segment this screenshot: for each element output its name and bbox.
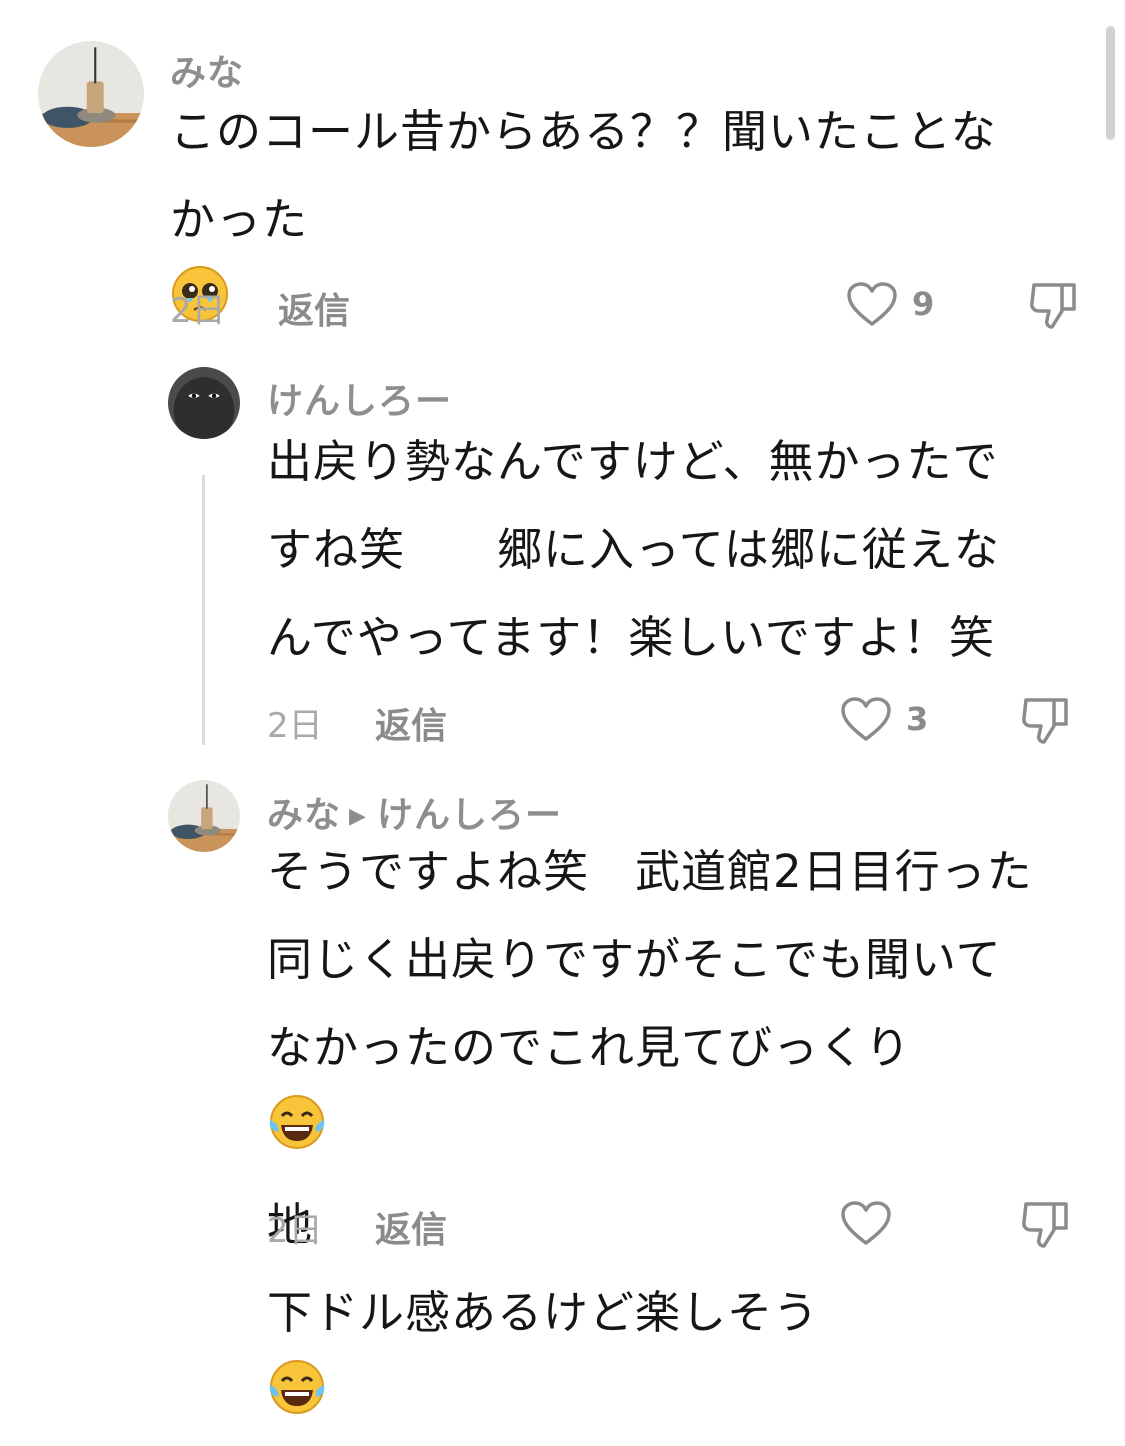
like-button[interactable] (846, 281, 898, 331)
avatar[interactable] (38, 41, 144, 147)
comment-timestamp: 2日 (267, 706, 323, 746)
dislike-button[interactable] (1022, 692, 1072, 750)
comment-text-line: すね笑 郷に入っては郷に従えな (267, 523, 1000, 576)
laughing-crying-face-icon (267, 1357, 1033, 1446)
comment-text: そうですよね笑 武道館2日目行った 同じく出戻りですがそこでも聞いて なかったの… (267, 828, 1033, 1446)
comment-text-line: 出戻り勢なんですけど、無かったで (267, 435, 999, 488)
like-count: 3 (906, 700, 929, 738)
heart-icon (841, 697, 891, 741)
heart-icon (841, 1201, 891, 1245)
comment-text-line: 下ドル感あるけど楽しそう (267, 1269, 1033, 1446)
reply-button[interactable]: 返信 (375, 1201, 447, 1253)
like-button[interactable] (840, 696, 892, 746)
reply-button[interactable]: 返信 (375, 697, 447, 749)
comment-text-line: そうですよね笑 武道館2日目行った (267, 845, 1033, 898)
thumbs-down-icon (1022, 1202, 1068, 1248)
like-count: 9 (912, 285, 935, 323)
comment-timestamp: 2日 (267, 1211, 323, 1251)
thumbs-down-icon (1030, 283, 1076, 329)
laughing-crying-face-icon (267, 1092, 1033, 1181)
comment-username[interactable]: けんしろー (267, 372, 452, 424)
avatar-photo-icon (168, 780, 240, 852)
comment-text-fragment: かった (170, 193, 309, 246)
reply-arrow-icon: ▶ (349, 804, 367, 829)
comment-timestamp: 2日 (170, 291, 226, 331)
avatar-photo-icon (168, 367, 240, 439)
comment-text-line: んでやってます！楽しいですよ！笑 (267, 611, 995, 664)
comment-text-fragment: なかったのでこれ見てびっくり (267, 1021, 912, 1074)
reply-button[interactable]: 返信 (278, 282, 350, 334)
avatar[interactable] (168, 367, 240, 439)
comment-text-line: 同じく出戻りですがそこでも聞いて (267, 933, 1002, 986)
avatar-photo-icon (38, 41, 144, 147)
dislike-button[interactable] (1030, 277, 1080, 335)
comment-text-line: このコール昔からある？？聞いたことな (170, 105, 997, 158)
dislike-button[interactable] (1022, 1196, 1072, 1254)
scrollbar[interactable] (1106, 26, 1115, 140)
thumbs-down-icon (1022, 698, 1068, 744)
heart-icon (847, 282, 897, 326)
like-button[interactable] (840, 1200, 892, 1250)
avatar[interactable] (168, 780, 240, 852)
comment-text: 出戻り勢なんですけど、無かったで すね笑 郷に入っては郷に従えな んでやってます… (267, 418, 1000, 682)
comment-text-fragment: 下ドル感あるけど楽しそう (267, 1286, 820, 1339)
reply-thread-line (202, 475, 205, 745)
